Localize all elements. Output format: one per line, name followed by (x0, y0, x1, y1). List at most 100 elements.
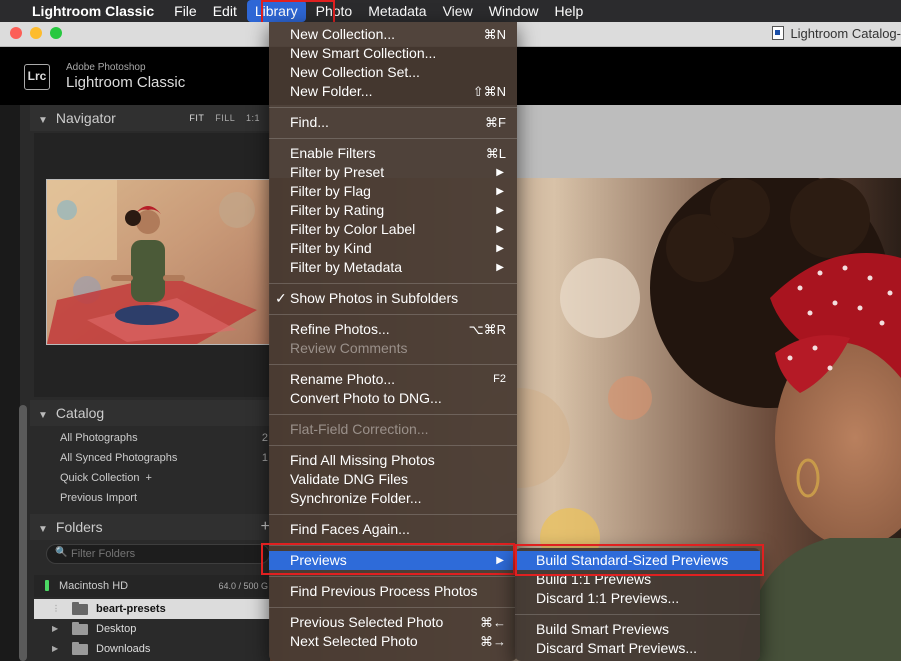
menu-metadata[interactable]: Metadata (360, 0, 434, 22)
menu-item-build-smart-previews[interactable]: Build Smart Previews (515, 620, 760, 639)
folders-title: Folders (55, 519, 103, 535)
menu-item-build-1to1-previews[interactable]: Build 1:1 Previews (515, 570, 760, 589)
menu-item-filter-by-kind[interactable]: Filter by Kind ▶ (269, 239, 517, 258)
menu-edit[interactable]: Edit (205, 0, 245, 22)
menu-item-validate-dng-files[interactable]: Validate DNG Files (269, 470, 517, 489)
menu-library[interactable]: Library (246, 0, 306, 22)
checkmark-icon: ✓ (275, 290, 287, 306)
zoom-fit[interactable]: FIT (189, 113, 204, 123)
menu-item-filter-by-preset[interactable]: Filter by Preset ▶ (269, 163, 517, 182)
menu-file[interactable]: File (166, 0, 205, 22)
folder-item-downloads[interactable]: ▶ Downloads (34, 639, 270, 659)
submenu-arrow-icon: ▶ (496, 243, 504, 254)
catalog-item-label: All Photographs (60, 432, 138, 444)
menu-separator (269, 576, 517, 577)
menu-item-find-previous-process-photos[interactable]: Find Previous Process Photos (269, 582, 517, 601)
menu-item-filter-by-rating[interactable]: Filter by Rating ▶ (269, 201, 517, 220)
zoom-fill[interactable]: FILL (215, 113, 235, 123)
menu-item-new-folder[interactable]: New Folder... ⇧⌘N (269, 82, 517, 101)
menu-item-synchronize-folder[interactable]: Synchronize Folder... (269, 489, 517, 508)
volume-status-indicator-icon (45, 580, 49, 591)
app-menu[interactable]: Lightroom Classic (26, 0, 166, 22)
menu-item-filter-by-metadata[interactable]: Filter by Metadata ▶ (269, 258, 517, 277)
menu-item-convert-photo-to-dng[interactable]: Convert Photo to DNG... (269, 389, 517, 408)
menu-item-label: Previous Selected Photo (290, 614, 444, 630)
catalog-item-count: 1 (261, 452, 268, 464)
menu-item-review-comments[interactable]: Review Comments (269, 339, 517, 358)
apple-menu-icon[interactable] (0, 0, 26, 22)
menu-item-previews[interactable]: Previews ▶ (269, 551, 517, 570)
folder-filter-search[interactable]: 🔍 (46, 544, 270, 564)
submenu-arrow-icon: ▶ (496, 186, 504, 197)
folders-header[interactable]: ▼ Folders + (30, 514, 270, 540)
menu-item-flat-field-correction[interactable]: Flat-Field Correction... (269, 420, 517, 439)
menu-item-enable-filters[interactable]: Enable Filters ⌘L (269, 144, 517, 163)
menu-separator (269, 283, 517, 284)
collapse-triangle-icon[interactable]: ▼ (38, 517, 48, 543)
catalog-item-previous-import[interactable]: Previous Import (34, 488, 270, 508)
window-title: Lightroom Catalog- (772, 22, 901, 46)
menu-item-new-smart-collection[interactable]: New Smart Collection... (269, 44, 517, 63)
menu-item-filter-by-flag[interactable]: Filter by Flag ▶ (269, 182, 517, 201)
menu-item-label: Filter by Kind (290, 240, 372, 256)
submenu-arrow-icon: ▶ (496, 555, 504, 566)
shortcut-label: ⌘F (485, 115, 506, 130)
collapse-triangle-icon[interactable]: ▼ (38, 403, 48, 429)
expand-triangle-icon[interactable]: ▶ (52, 639, 58, 659)
menu-item-rename-photo[interactable]: Rename Photo... F2 (269, 370, 517, 389)
expand-dots-icon[interactable]: ⋮ (52, 599, 60, 619)
menu-item-show-photos-in-subfolders[interactable]: ✓ Show Photos in Subfolders (269, 289, 517, 308)
menu-item-discard-1to1-previews[interactable]: Discard 1:1 Previews... (515, 589, 760, 608)
menu-item-new-collection[interactable]: New Collection... ⌘N (269, 25, 517, 44)
folder-item-beart-presets[interactable]: ⋮ beart-presets (34, 599, 270, 619)
menu-item-find[interactable]: Find... ⌘F (269, 113, 517, 132)
menu-item-label: New Collection... (290, 26, 396, 42)
menu-item-label: Find All Missing Photos (290, 452, 435, 468)
brand-line-2: Lightroom Classic (66, 74, 186, 91)
menu-help[interactable]: Help (546, 0, 591, 22)
folder-icon (72, 642, 88, 655)
menu-item-next-selected-photo[interactable]: Next Selected Photo ⌘→ (269, 632, 517, 651)
menu-view[interactable]: View (435, 0, 481, 22)
zoom-1to1[interactable]: 1:1 (246, 113, 260, 123)
volume-macintosh-hd[interactable]: Macintosh HD 64.0 / 500 G (34, 575, 270, 597)
menu-item-find-all-missing-photos[interactable]: Find All Missing Photos (269, 451, 517, 470)
menu-item-new-collection-set[interactable]: New Collection Set... (269, 63, 517, 82)
menu-photo[interactable]: Photo (308, 0, 361, 22)
left-panel-scrollbar[interactable] (19, 405, 27, 661)
navigator-thumbnail[interactable] (46, 179, 272, 345)
filter-folders-input[interactable] (71, 546, 261, 562)
catalog-item-label: Previous Import (60, 492, 138, 504)
shortcut-label: ⇧⌘N (472, 84, 506, 99)
menu-item-find-faces-again[interactable]: Find Faces Again... (269, 520, 517, 539)
navigator-header[interactable]: ▼ Navigator FIT FILL 1:1 (30, 105, 270, 131)
menu-item-refine-photos[interactable]: Refine Photos... ⌥⌘R (269, 320, 517, 339)
catalog-item-label: All Synced Photographs (60, 452, 178, 464)
shortcut-label: ⌘N (483, 27, 506, 42)
menu-item-build-standard-sized-previews[interactable]: Build Standard-Sized Previews (515, 551, 760, 570)
catalog-header[interactable]: ▼ Catalog (30, 400, 270, 426)
zoom-window-icon[interactable] (50, 27, 62, 39)
menu-item-label: Flat-Field Correction... (290, 421, 429, 437)
minimize-window-icon[interactable] (30, 27, 42, 39)
brand-line-1: Adobe Photoshop (66, 62, 146, 73)
menu-item-label: New Collection Set... (290, 64, 420, 80)
submenu-arrow-icon: ▶ (496, 224, 504, 235)
submenu-arrow-icon: ▶ (496, 205, 504, 216)
catalog-item-quick-collection[interactable]: Quick Collection + (34, 468, 270, 488)
menu-item-previous-selected-photo[interactable]: Previous Selected Photo ⌘← (269, 613, 517, 632)
catalog-item-all-synced[interactable]: All Synced Photographs 1 (34, 448, 270, 468)
expand-triangle-icon[interactable]: ▶ (52, 619, 58, 639)
menu-separator (269, 445, 517, 446)
menu-item-filter-by-color-label[interactable]: Filter by Color Label ▶ (269, 220, 517, 239)
shortcut-label: F2 (493, 373, 506, 385)
quick-collection-plus-icon: + (145, 472, 152, 484)
folder-item-desktop[interactable]: ▶ Desktop (34, 619, 270, 639)
catalog-item-all-photographs[interactable]: All Photographs 2 (34, 428, 270, 448)
navigator-photo (47, 180, 271, 344)
collapse-triangle-icon[interactable]: ▼ (38, 108, 48, 134)
menu-item-discard-smart-previews[interactable]: Discard Smart Previews... (515, 639, 760, 658)
close-window-icon[interactable] (10, 27, 22, 39)
menu-window[interactable]: Window (481, 0, 547, 22)
submenu-arrow-icon: ▶ (496, 167, 504, 178)
